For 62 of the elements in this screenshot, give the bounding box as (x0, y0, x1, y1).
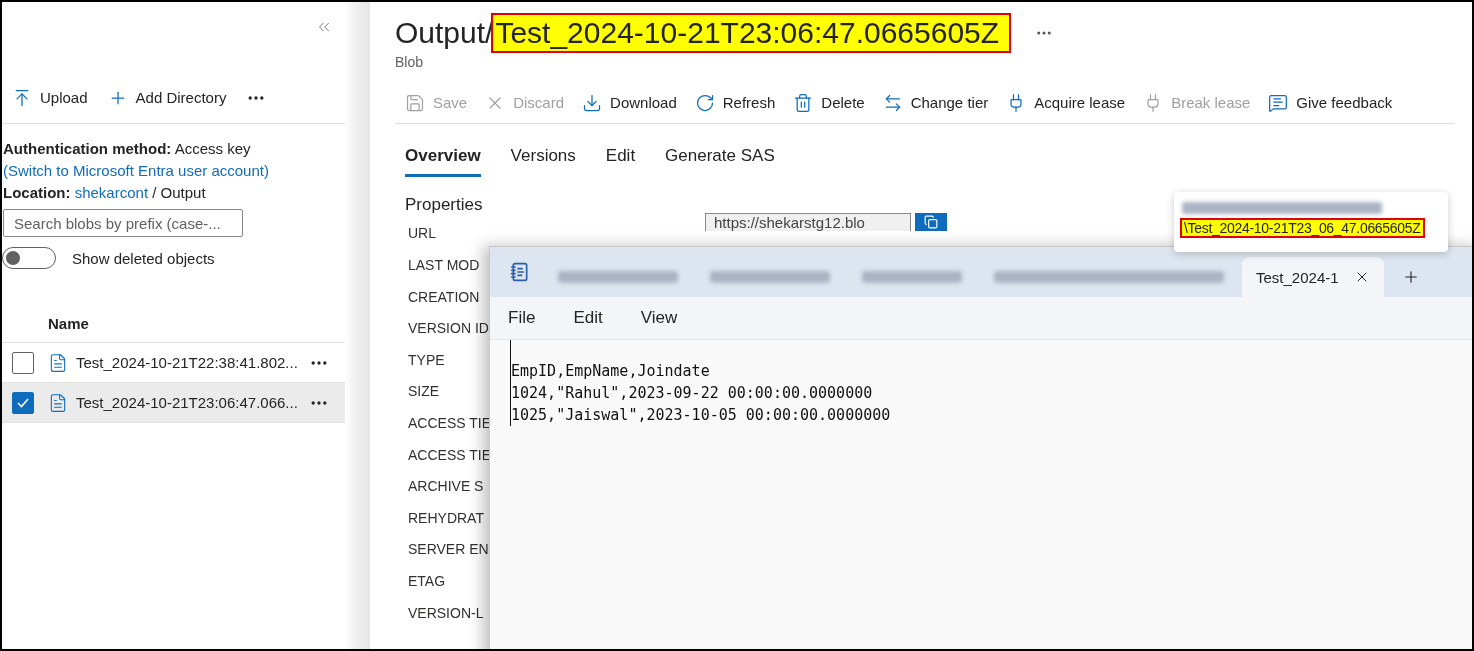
field-value: Access key (174, 140, 251, 157)
title-path: Output/ (395, 15, 494, 51)
tab[interactable]: Test_2024-1 (1242, 257, 1384, 297)
menu-item[interactable]: Edit (573, 308, 603, 328)
property-label: VERSION-L (408, 603, 485, 623)
property-label: SERVER EN (408, 540, 488, 560)
property-label: ETAG (408, 571, 447, 591)
feedback-icon (1268, 92, 1289, 113)
text-line: EmpID,EmpName,Joindate (511, 361, 711, 382)
upload-button[interactable]: Upload (12, 87, 88, 108)
tab[interactable]: Versions (510, 146, 576, 177)
toolbar-button[interactable]: Change tier (882, 92, 989, 113)
subtitle: Blob (395, 54, 425, 70)
blob-name: Test_2024-10-21T23:06:47.066... (76, 394, 299, 411)
property-label: REHYDRAT (408, 508, 485, 528)
checkbox[interactable] (12, 351, 34, 374)
blob-name: Test_2024-10-21T22:38:41.802... (76, 354, 299, 371)
trash-icon (793, 92, 814, 113)
tab[interactable]: Edit (605, 146, 636, 177)
field-label: Authentication method: (3, 140, 172, 157)
highlighted-title: Test_2024-10-21T23:06:47.0665605Z (493, 15, 1010, 51)
download-icon (582, 92, 603, 113)
toggle-switch[interactable] (2, 247, 56, 269)
copy-icon (924, 215, 938, 229)
toolbar-button[interactable]: Download (582, 92, 677, 113)
url-field[interactable]: https://shekarstg12.blo (705, 213, 911, 231)
property-label: LAST MOD (408, 256, 481, 275)
property-label: CREATION (408, 287, 481, 307)
field-label: Location: (3, 184, 71, 201)
menu-item[interactable]: View (640, 308, 678, 328)
add-directory-button[interactable]: Add Directory (107, 87, 227, 108)
toolbar-button[interactable]: Delete (793, 92, 865, 113)
field-value: Output (160, 184, 206, 201)
section-heading: Properties (405, 195, 483, 215)
search-field[interactable]: Search blobs by prefix (case-... (3, 209, 243, 237)
switch-link[interactable]: (Switch to Microsoft Entra user account) (3, 160, 269, 182)
toolbar-button[interactable]: Refresh (694, 92, 776, 113)
text-line: 1025,"Jaiswal",2023-10-05 00:00:00.0000000 (511, 405, 891, 426)
text-line: 1024,"Rahul",2023-09-22 00:00:00.0000000 (511, 383, 874, 404)
property-label: SIZE (408, 382, 441, 402)
checkbox[interactable] (12, 391, 34, 414)
toggle-label: Show deleted objects (72, 249, 215, 267)
file-icon (48, 352, 68, 373)
tab[interactable]: Generate SAS (665, 146, 775, 177)
property-label: ARCHIVE S (408, 477, 485, 497)
tab[interactable]: Overview (405, 146, 481, 177)
menu-item[interactable]: File (508, 308, 536, 328)
toolbar-button[interactable]: Give feedback (1268, 92, 1393, 113)
copy-button[interactable] (915, 213, 947, 231)
container-link[interactable]: shekarcont (74, 184, 149, 201)
path-separator: / (152, 184, 157, 201)
refresh-icon (694, 92, 715, 113)
new-tab-icon[interactable] (1402, 268, 1420, 286)
save-icon (405, 92, 425, 113)
notepad-icon (510, 262, 530, 282)
highlighted-path: \Test_2024-10-21T23_06_47.0665605Z (1182, 220, 1423, 236)
property-label: URL (408, 224, 437, 243)
blob-row[interactable]: Test_2024-10-21T23:06:47.066... (2, 383, 345, 423)
toolbar-button[interactable]: Acquire lease (1006, 92, 1126, 113)
property-label: TYPE (408, 350, 446, 370)
property-label: VERSION ID (408, 319, 488, 339)
file-icon (48, 392, 68, 413)
